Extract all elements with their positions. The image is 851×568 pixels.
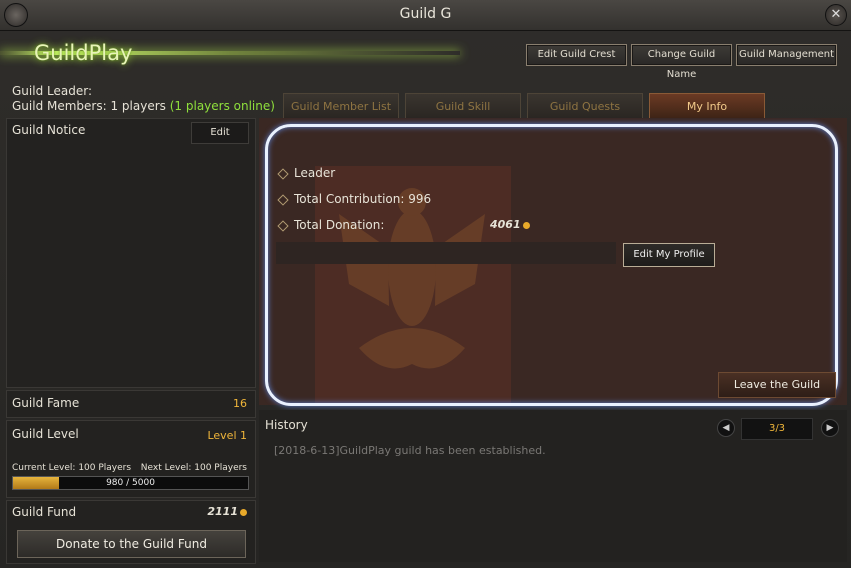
gold-coin-icon [240, 508, 247, 516]
guild-members-info: Guild Members: 1 players (1 players onli… [12, 99, 275, 113]
guild-fame-label: Guild Fame [12, 396, 80, 410]
donation-row: Total Donation: [277, 218, 385, 232]
tab-my-info[interactable]: My Info [649, 93, 765, 118]
close-icon[interactable]: ✕ [825, 4, 847, 26]
history-page-indicator: 3/3 [741, 418, 813, 440]
donation-amount: 4061 [490, 218, 521, 231]
history-prev-arrow-icon[interactable]: ◀ [717, 419, 735, 437]
guild-fund-value: 2111 [207, 505, 247, 518]
history-entry: [2018-6-13]GuildPlay guild has been esta… [274, 444, 546, 457]
donate-guild-fund-button[interactable]: Donate to the Guild Fund [17, 530, 246, 558]
my-info-highlight-frame [265, 124, 838, 406]
diamond-bullet-icon [277, 219, 289, 232]
guild-xp-bar: 980 / 5000 [12, 476, 249, 490]
title-bar[interactable]: Guild G ✕ [0, 0, 851, 31]
tab-guild-member-list[interactable]: Guild Member List [283, 93, 399, 118]
guild-leader-label: Guild Leader: [12, 84, 92, 98]
profile-text-field [276, 242, 616, 264]
leave-guild-button[interactable]: Leave the Guild [718, 372, 836, 398]
edit-my-profile-button[interactable]: Edit My Profile [623, 243, 715, 267]
tab-guild-skill[interactable]: Guild Skill [405, 93, 521, 118]
tab-guild-quests[interactable]: Guild Quests [527, 93, 643, 118]
guild-header: GuildPlay Edit Guild Crest Change Guild … [0, 31, 851, 81]
history-next-arrow-icon[interactable]: ▶ [821, 419, 839, 437]
donation-value: 4061 [490, 218, 530, 231]
diamond-bullet-icon [277, 193, 289, 206]
guild-level-value: Level 1 [207, 429, 247, 442]
guild-level-label: Guild Level [12, 427, 79, 441]
role-row: Leader [277, 166, 336, 180]
guild-fund-label: Guild Fund [12, 505, 77, 519]
history-label: History [265, 418, 308, 432]
guild-fame-value: 16 [233, 397, 247, 410]
edit-guild-crest-button[interactable]: Edit Guild Crest [526, 44, 627, 66]
online-count: (1 players online) [169, 99, 275, 113]
diamond-bullet-icon [277, 167, 289, 180]
guild-notice-panel [6, 118, 256, 388]
guild-window: Guild G ✕ GuildPlay Edit Guild Crest Cha… [0, 0, 851, 568]
role-text: Leader [294, 166, 336, 180]
window-title: Guild G [399, 6, 452, 22]
guild-notice-label: Guild Notice [12, 123, 86, 137]
guild-xp-text: 980 / 5000 [106, 478, 155, 488]
contribution-row: Total Contribution: 996 [277, 192, 432, 206]
donation-label: Total Donation: [294, 218, 385, 232]
gold-coin-icon [522, 221, 530, 229]
guild-fund-amount: 2111 [207, 505, 238, 518]
next-level-info: Next Level: 100 Players [140, 463, 247, 473]
guild-management-button[interactable]: Guild Management [736, 44, 837, 66]
current-level-info: Current Level: 100 Players [12, 463, 132, 473]
contribution-text: Total Contribution: 996 [294, 192, 432, 206]
edit-notice-button[interactable]: Edit [191, 122, 249, 144]
guild-name: GuildPlay [34, 41, 133, 65]
guild-members-count: Guild Members: 1 players [12, 99, 166, 113]
change-guild-name-button[interactable]: Change Guild Name [631, 44, 732, 80]
